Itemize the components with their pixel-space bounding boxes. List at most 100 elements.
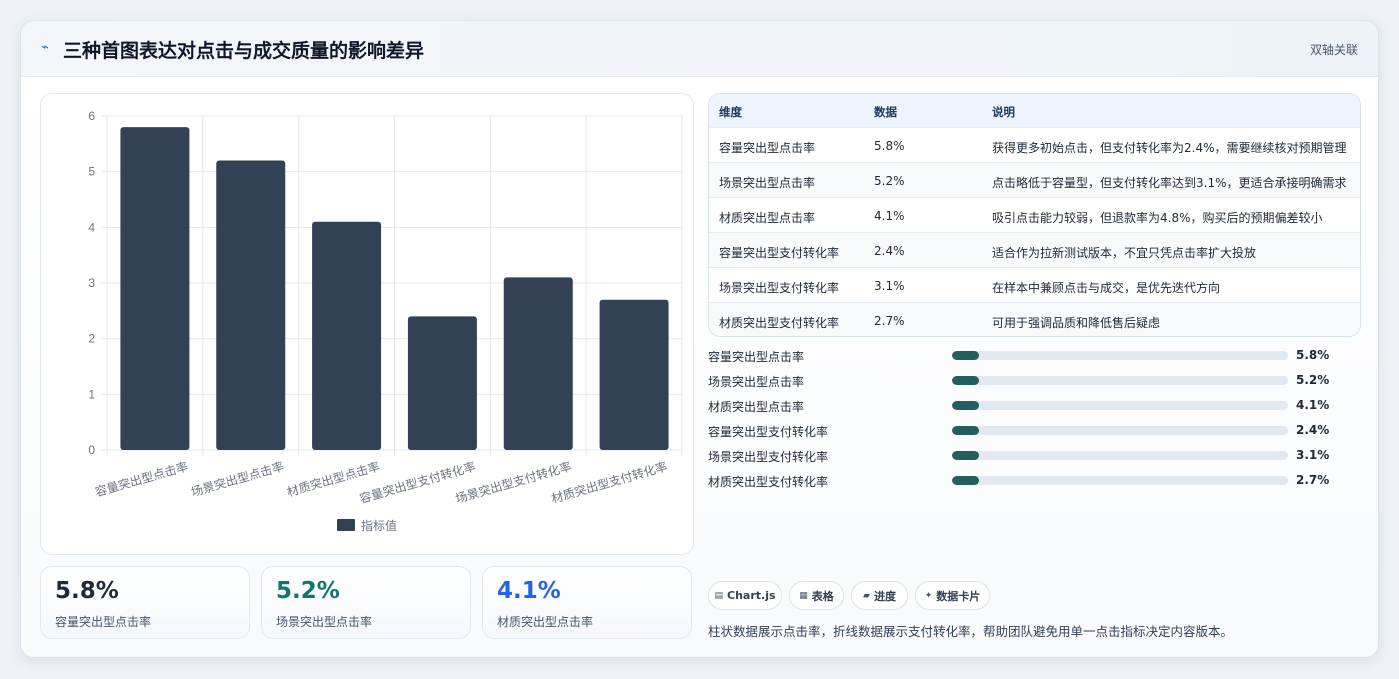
chip-chartjs[interactable]: ▤ Chart.js <box>708 581 782 610</box>
cell-dimension: 材质突出型点击率 <box>719 211 816 225</box>
progress-fill <box>952 476 979 485</box>
table-icon: ▦ <box>799 590 808 601</box>
dashboard-card: ⌁ 三种首图表达对点击与成交质量的影响差异 双轴关联 0 1 2 3 4 5 6 容量突出型点… <box>20 20 1379 658</box>
progress-fill <box>952 376 979 385</box>
y-tick-label: 4 <box>88 220 95 234</box>
progress-label: 材质突出型点击率 <box>708 400 805 414</box>
kpi-value: 5.8% <box>55 578 119 604</box>
table-row: 材质突出型支付转化率 2.7% 可用于强调品质和降低售后疑虑 <box>709 302 1360 336</box>
cell-description: 在样本中兼顾点击与成交，是优先迭代方向 <box>992 281 1221 295</box>
column-header-data: 数据 <box>874 105 897 119</box>
chart-icon: ▤ <box>714 590 723 601</box>
chip-label: Chart.js <box>727 589 776 602</box>
column-header-dimension: 维度 <box>719 105 742 119</box>
column-header-description: 说明 <box>992 105 1015 119</box>
cell-data: 5.2% <box>874 174 905 188</box>
cell-description: 获得更多初始点击，但支付转化率为2.4%，需要继续核对预期管理 <box>992 141 1347 155</box>
y-tick-label: 2 <box>88 332 95 346</box>
chip-progress[interactable]: ▰ 进度 <box>851 581 908 610</box>
progress-track <box>952 401 1288 410</box>
table-row: 场景突出型支付转化率 3.1% 在样本中兼顾点击与成交，是优先迭代方向 <box>709 267 1360 302</box>
kpi-label: 材质突出型点击率 <box>497 615 594 629</box>
table-row: 容量突出型点击率 5.8% 获得更多初始点击，但支付转化率为2.4%，需要继续核… <box>709 127 1360 162</box>
footnote: 柱状数据展示点击率，折线数据展示支付转化率，帮助团队避免用单一点击指标决定内容版… <box>708 624 1234 639</box>
progress-track <box>952 476 1288 485</box>
table-row: 材质突出型点击率 4.1% 吸引点击能力较弱，但退款率为4.8%，购买后的预期偏… <box>709 197 1360 232</box>
cell-dimension: 材质突出型支付转化率 <box>719 316 840 330</box>
bar <box>216 160 286 450</box>
kpi-card: 5.8% 容量突出型点击率 <box>40 566 250 639</box>
progress-value: 2.4% <box>1296 423 1330 437</box>
legend-swatch <box>337 519 355 531</box>
chip-label: 进度 <box>873 589 896 603</box>
chip-label: 表格 <box>811 589 834 603</box>
progress-fill <box>952 451 979 460</box>
y-tick-label: 5 <box>88 165 95 179</box>
kpi-value: 5.2% <box>276 578 340 604</box>
cell-description: 可用于强调品质和降低售后疑虑 <box>992 316 1161 330</box>
progress-track <box>952 376 1288 385</box>
progress-value: 2.7% <box>1296 473 1330 487</box>
progress-label: 容量突出型支付转化率 <box>708 425 829 439</box>
header-tag[interactable]: 双轴关联 <box>1310 41 1358 58</box>
y-tick-label: 6 <box>88 109 95 123</box>
progress-fill <box>952 351 979 360</box>
bar <box>312 221 382 450</box>
cell-data: 2.4% <box>874 244 905 258</box>
cell-data: 4.1% <box>874 209 905 223</box>
cell-description: 适合作为拉新测试版本，不宜只凭点击率扩大投放 <box>992 246 1257 260</box>
progress-label: 场景突出型支付转化率 <box>708 450 829 464</box>
kpi-label: 场景突出型点击率 <box>276 615 373 629</box>
cell-dimension: 场景突出型支付转化率 <box>719 281 840 295</box>
bolt-icon: ⌁ <box>41 40 49 55</box>
progress-fill <box>952 426 979 435</box>
cell-dimension: 容量突出型支付转化率 <box>719 246 840 260</box>
progress-label: 材质突出型支付转化率 <box>708 475 829 489</box>
kpi-card: 5.2% 场景突出型点击率 <box>261 566 471 639</box>
chip-table[interactable]: ▦ 表格 <box>789 581 844 610</box>
kpi-label: 容量突出型点击率 <box>55 615 152 629</box>
progress-label: 容量突出型点击率 <box>708 350 805 364</box>
bar <box>599 299 669 450</box>
legend-label: 指标值 <box>361 518 397 533</box>
bar <box>120 127 190 450</box>
progress-track <box>952 451 1288 460</box>
table-row: 场景突出型点击率 5.2% 点击略低于容量型，但支付转化率达到3.1%，更适合承… <box>709 162 1360 197</box>
table-header-row: 维度 数据 说明 <box>709 94 1360 127</box>
cell-data: 3.1% <box>874 279 905 293</box>
progress-track <box>952 351 1288 360</box>
progress-value: 5.2% <box>1296 373 1330 387</box>
cell-dimension: 场景突出型点击率 <box>719 176 816 190</box>
bar <box>503 277 573 450</box>
bar-chart-panel: 0 1 2 3 4 5 6 容量突出型点击率 场景突出型点击率 材质突出型点击率 容量突出型支付转化… <box>40 93 694 555</box>
progress-value: 3.1% <box>1296 448 1330 462</box>
x-tick-label: 容量突出型点击率 <box>93 458 189 499</box>
chip-label: 数据卡片 <box>936 589 981 603</box>
table-row: 容量突出型支付转化率 2.4% 适合作为拉新测试版本，不宜只凭点击率扩大投放 <box>709 232 1360 267</box>
cell-data: 5.8% <box>874 139 905 153</box>
cell-dimension: 容量突出型点击率 <box>719 141 816 155</box>
progress-track <box>952 426 1288 435</box>
kpi-value: 4.1% <box>497 578 561 604</box>
progress-fill <box>952 401 979 410</box>
progress-value: 5.8% <box>1296 348 1330 362</box>
kpi-card: 4.1% 材质突出型点击率 <box>482 566 692 639</box>
data-table: 维度 数据 说明 容量突出型点击率 5.8% 获得更多初始点击，但支付转化率为2… <box>708 93 1361 337</box>
progress-label: 场景突出型点击率 <box>708 375 805 389</box>
card-header: ⌁ 三种首图表达对点击与成交质量的影响差异 双轴关联 <box>21 21 1378 77</box>
y-tick-label: 1 <box>88 387 95 401</box>
cell-data: 2.7% <box>874 314 905 328</box>
y-tick-label: 3 <box>88 276 95 290</box>
progress-icon: ▰ <box>863 590 870 601</box>
page-title: 三种首图表达对点击与成交质量的影响差异 <box>63 40 425 62</box>
sparkle-icon: ✦ <box>924 590 933 601</box>
bar-chart: 0123456容量突出型点击率 场景突出型点击率 材质突出型点击率容量突出型支付转化… <box>88 109 683 533</box>
bar <box>407 316 477 450</box>
y-tick-label: 0 <box>88 443 95 457</box>
cell-description: 点击略低于容量型，但支付转化率达到3.1%，更适合承接明确需求 <box>992 176 1347 190</box>
cell-description: 吸引点击能力较弱，但退款率为4.8%，购买后的预期偏差较小 <box>992 211 1323 225</box>
progress-value: 4.1% <box>1296 398 1330 412</box>
x-tick-label: 场景突出型点击率 <box>189 458 285 499</box>
chip-data-card[interactable]: ✦ 数据卡片 <box>915 581 990 610</box>
content-area: 0 1 2 3 4 5 6 容量突出型点击率 场景突出型点击率 材质突出型点击率 容量突出型支付转化… <box>21 77 1378 657</box>
